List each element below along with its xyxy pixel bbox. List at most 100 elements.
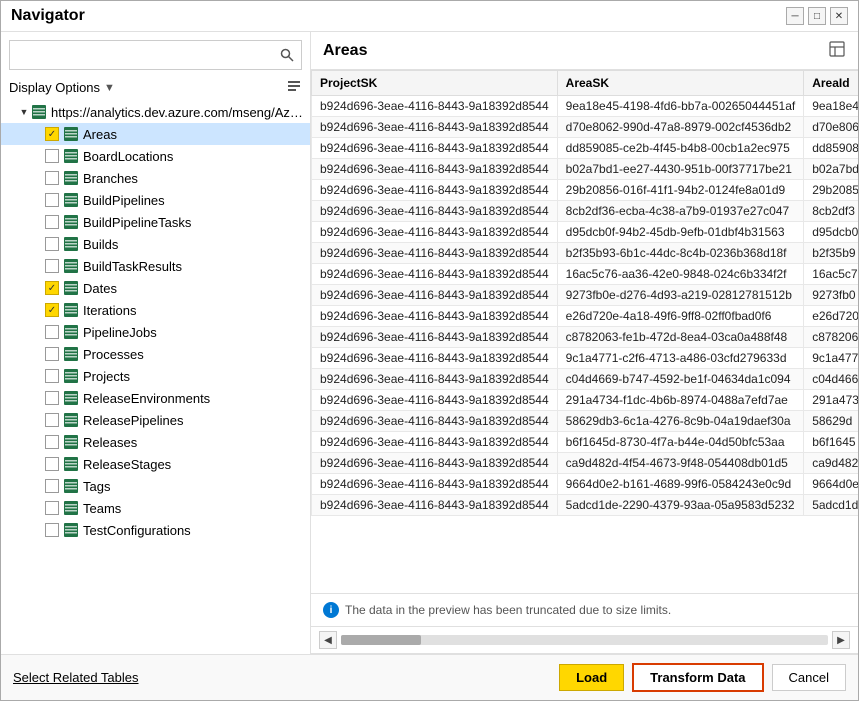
- tree-checkbox[interactable]: [45, 171, 59, 185]
- scroll-thumb[interactable]: [341, 635, 421, 645]
- tree-checkbox[interactable]: [45, 325, 59, 339]
- nav-options-icon-button[interactable]: [286, 78, 302, 97]
- tree-checkbox[interactable]: [45, 435, 59, 449]
- tree-checkbox[interactable]: [45, 457, 59, 471]
- expand-icon: [31, 325, 45, 339]
- tree-node-projects[interactable]: Projects: [1, 365, 310, 387]
- display-options-button[interactable]: Display Options ▼: [9, 80, 115, 95]
- tree-checkbox[interactable]: [45, 501, 59, 515]
- tree-checkbox[interactable]: [45, 413, 59, 427]
- table-cell: 9ea18e45-4198-4fd6-bb7a-00265044451af: [557, 96, 804, 117]
- table-cell: 9664d0e: [804, 474, 858, 495]
- tree-node-boardlocations[interactable]: BoardLocations: [1, 145, 310, 167]
- tree-node-processes[interactable]: Processes: [1, 343, 310, 365]
- table-icon: [63, 434, 79, 450]
- table-cell: 5adcd1de-2290-4379-93aa-05a9583d5232: [557, 495, 804, 516]
- tree-root-node[interactable]: ▼ https://analytics.dev.azure.com/mseng/…: [1, 101, 310, 123]
- search-input[interactable]: [10, 44, 273, 67]
- expand-icon: [31, 259, 45, 273]
- tree-node-teams[interactable]: Teams: [1, 497, 310, 519]
- tree-node-testconfigurations[interactable]: TestConfigurations: [1, 519, 310, 541]
- data-table-container[interactable]: ProjectSKAreaSKAreaId b924d696-3eae-4116…: [311, 70, 858, 594]
- tree-checkbox[interactable]: [45, 523, 59, 537]
- navigator-window: Navigator ─ □ ✕ Displ: [0, 0, 859, 701]
- tree-item-label: Areas: [83, 127, 117, 142]
- tree-node-releases[interactable]: Releases: [1, 431, 310, 453]
- tree-checkbox[interactable]: [45, 259, 59, 273]
- display-options-label: Display Options: [9, 80, 100, 95]
- tree-checkbox[interactable]: [45, 193, 59, 207]
- tree-node-builds[interactable]: Builds: [1, 233, 310, 255]
- tree-node-releasepipelines[interactable]: ReleasePipelines: [1, 409, 310, 431]
- scroll-right-button[interactable]: ▶: [832, 631, 850, 649]
- tree-checkbox[interactable]: [45, 237, 59, 251]
- table-cell: b924d696-3eae-4116-8443-9a18392d8544: [312, 474, 558, 495]
- tree-checkbox[interactable]: [45, 127, 59, 141]
- root-table-icon: [31, 104, 47, 120]
- tree-checkbox[interactable]: [45, 303, 59, 317]
- table-cell: d95dcb0: [804, 222, 858, 243]
- table-cell: b924d696-3eae-4116-8443-9a18392d8544: [312, 138, 558, 159]
- tree-node-iterations[interactable]: Iterations: [1, 299, 310, 321]
- table-row: b924d696-3eae-4116-8443-9a18392d854416ac…: [312, 264, 859, 285]
- table-cell: b924d696-3eae-4116-8443-9a18392d8544: [312, 180, 558, 201]
- tree-item-label: BoardLocations: [83, 149, 173, 164]
- expand-icon: [31, 391, 45, 405]
- table-cell: 58629d: [804, 411, 858, 432]
- cancel-button[interactable]: Cancel: [772, 664, 846, 691]
- table-cell: e26d720e-4a18-49f6-9ff8-02ff0fbad0f6: [557, 306, 804, 327]
- tree-item-label: Branches: [83, 171, 138, 186]
- table-cell: b924d696-3eae-4116-8443-9a18392d8544: [312, 369, 558, 390]
- minimize-button[interactable]: ─: [786, 7, 804, 25]
- tree-checkbox[interactable]: [45, 149, 59, 163]
- tree-checkbox[interactable]: [45, 347, 59, 361]
- tree-expand-icon[interactable]: ▼: [17, 105, 31, 119]
- table-icon: [63, 126, 79, 142]
- tree-checkbox[interactable]: [45, 479, 59, 493]
- tree-checkbox[interactable]: [45, 391, 59, 405]
- table-body: b924d696-3eae-4116-8443-9a18392d85449ea1…: [312, 96, 859, 516]
- table-cell: b02a7bd1-ee27-4430-951b-00f37717be21: [557, 159, 804, 180]
- tree-node-dates[interactable]: Dates: [1, 277, 310, 299]
- tree-checkbox[interactable]: [45, 215, 59, 229]
- table-cell: b924d696-3eae-4116-8443-9a18392d8544: [312, 96, 558, 117]
- select-related-tables-button[interactable]: Select Related Tables: [13, 670, 139, 685]
- horizontal-scrollbar[interactable]: ◀ ▶: [311, 627, 858, 654]
- close-button[interactable]: ✕: [830, 7, 848, 25]
- expand-icon: [31, 457, 45, 471]
- table-row: b924d696-3eae-4116-8443-9a18392d85449c1a…: [312, 348, 859, 369]
- expand-icon: [31, 303, 45, 317]
- table-row: b924d696-3eae-4116-8443-9a18392d8544c04d…: [312, 369, 859, 390]
- tree-checkbox[interactable]: [45, 369, 59, 383]
- load-button[interactable]: Load: [559, 664, 624, 691]
- tree-node-pipelinejobs[interactable]: PipelineJobs: [1, 321, 310, 343]
- display-options-row: Display Options ▼: [1, 74, 310, 101]
- table-row: b924d696-3eae-4116-8443-9a18392d8544ca9d…: [312, 453, 859, 474]
- table-row: b924d696-3eae-4116-8443-9a18392d8544d70e…: [312, 117, 859, 138]
- maximize-button[interactable]: □: [808, 7, 826, 25]
- tree-node-releasestages[interactable]: ReleaseStages: [1, 453, 310, 475]
- table-cell: b924d696-3eae-4116-8443-9a18392d8544: [312, 390, 558, 411]
- transform-data-button[interactable]: Transform Data: [632, 663, 763, 692]
- tree-item-label: Dates: [83, 281, 117, 296]
- table-cell: 29b2085: [804, 180, 858, 201]
- search-button[interactable]: [273, 41, 301, 69]
- main-content: Display Options ▼ ▼: [1, 32, 858, 654]
- table-icon: [63, 478, 79, 494]
- table-row: b924d696-3eae-4116-8443-9a18392d8544291a…: [312, 390, 859, 411]
- tree-scroll-area[interactable]: ▼ https://analytics.dev.azure.com/mseng/…: [1, 101, 310, 654]
- tree-node-areas[interactable]: Areas: [1, 123, 310, 145]
- table-icon: [63, 390, 79, 406]
- tree-node-buildtaskresults[interactable]: BuildTaskResults: [1, 255, 310, 277]
- tree-node-branches[interactable]: Branches: [1, 167, 310, 189]
- tree-node-buildpipelines[interactable]: BuildPipelines: [1, 189, 310, 211]
- tree-node-tags[interactable]: Tags: [1, 475, 310, 497]
- expand-icon: [31, 237, 45, 251]
- tree-node-buildpipelinetasks[interactable]: BuildPipelineTasks: [1, 211, 310, 233]
- tree-node-releaseenvironments[interactable]: ReleaseEnvironments: [1, 387, 310, 409]
- right-header-icon-button[interactable]: [828, 40, 846, 61]
- tree-checkbox[interactable]: [45, 281, 59, 295]
- footer-right-buttons: Load Transform Data Cancel: [559, 663, 846, 692]
- scroll-left-button[interactable]: ◀: [319, 631, 337, 649]
- scroll-track[interactable]: [341, 635, 828, 645]
